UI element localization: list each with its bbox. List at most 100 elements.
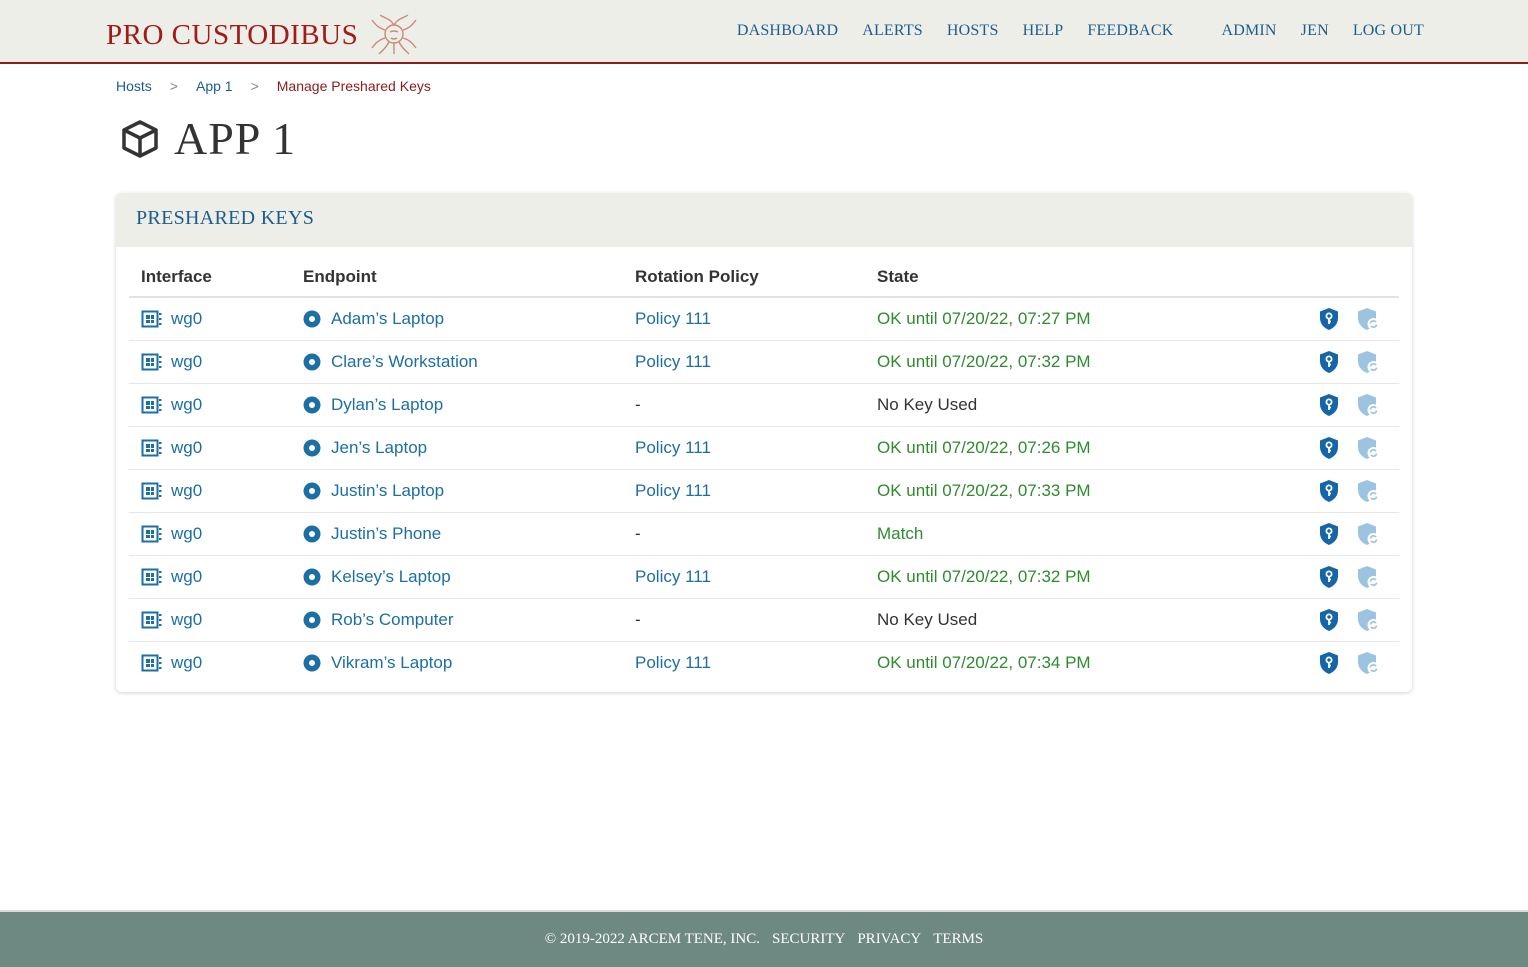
shield-key-icon[interactable] bbox=[1319, 479, 1339, 503]
actions-cell bbox=[1305, 598, 1399, 642]
rotation-policy-link[interactable]: Policy 111 bbox=[635, 567, 711, 586]
endpoint-link[interactable]: Clare’s Workstation bbox=[303, 352, 611, 372]
shield-rotate-icon[interactable] bbox=[1357, 479, 1381, 503]
actions-cell bbox=[1305, 512, 1399, 556]
column-header-endpoint[interactable]: Endpoint bbox=[291, 257, 623, 298]
actions-cell bbox=[1305, 555, 1399, 599]
rotation-policy-cell: - bbox=[623, 512, 865, 556]
column-header-rotation-policy[interactable]: Rotation Policy bbox=[623, 257, 865, 298]
nav-hosts[interactable]: HOSTS bbox=[947, 22, 999, 40]
interface-link[interactable]: wg0 bbox=[141, 610, 279, 630]
endpoint-name: Vikram’s Laptop bbox=[331, 652, 453, 672]
interface-icon bbox=[141, 525, 163, 543]
interface-link[interactable]: wg0 bbox=[141, 481, 279, 501]
endpoint-link[interactable]: Jen’s Laptop bbox=[303, 438, 611, 458]
nav-alerts[interactable]: ALERTS bbox=[862, 22, 923, 40]
endpoint-link[interactable]: Rob’s Computer bbox=[303, 610, 611, 630]
interface-name: wg0 bbox=[171, 437, 203, 457]
endpoint-link[interactable]: Kelsey’s Laptop bbox=[303, 567, 611, 587]
shield-key-icon[interactable] bbox=[1319, 651, 1339, 675]
breadcrumb-separator: > bbox=[169, 78, 178, 94]
nav-feedback[interactable]: FEEDBACK bbox=[1087, 22, 1173, 40]
endpoint-cell: Clare’s Workstation bbox=[291, 340, 623, 384]
endpoint-dot-icon bbox=[303, 482, 321, 500]
interface-link[interactable]: wg0 bbox=[141, 653, 279, 673]
endpoint-cell: Justin’s Laptop bbox=[291, 469, 623, 513]
shield-rotate-icon[interactable] bbox=[1357, 565, 1381, 589]
breadcrumb-app[interactable]: App 1 bbox=[196, 78, 233, 94]
interface-name: wg0 bbox=[171, 351, 203, 371]
shield-key-icon[interactable] bbox=[1319, 565, 1339, 589]
interface-name: wg0 bbox=[171, 652, 203, 672]
breadcrumb-separator: > bbox=[250, 78, 259, 94]
shield-rotate-icon[interactable] bbox=[1357, 651, 1381, 675]
shield-key-icon[interactable] bbox=[1319, 522, 1339, 546]
footer-terms-link[interactable]: TERMS bbox=[933, 931, 983, 948]
state-cell: OK until 07/20/22, 07:26 PM bbox=[865, 426, 1305, 470]
rotation-policy-link[interactable]: Policy 111 bbox=[635, 352, 711, 371]
rotation-policy-none: - bbox=[635, 609, 641, 629]
interface-link[interactable]: wg0 bbox=[141, 309, 279, 329]
endpoint-link[interactable]: Adam’s Laptop bbox=[303, 309, 611, 329]
shield-rotate-icon[interactable] bbox=[1357, 393, 1381, 417]
interface-link[interactable]: wg0 bbox=[141, 352, 279, 372]
shield-key-icon[interactable] bbox=[1319, 393, 1339, 417]
interface-link[interactable]: wg0 bbox=[141, 395, 279, 415]
page-title: APP 1 bbox=[174, 113, 297, 164]
shield-rotate-icon[interactable] bbox=[1357, 522, 1381, 546]
endpoint-link[interactable]: Justin’s Phone bbox=[303, 524, 611, 544]
state-cell: No Key Used bbox=[865, 383, 1305, 427]
rotation-policy-none: - bbox=[635, 394, 641, 414]
endpoint-cell: Rob’s Computer bbox=[291, 598, 623, 642]
endpoint-name: Clare’s Workstation bbox=[331, 351, 478, 371]
interface-link[interactable]: wg0 bbox=[141, 567, 279, 587]
breadcrumb-hosts[interactable]: Hosts bbox=[116, 78, 152, 94]
shield-key-icon[interactable] bbox=[1319, 307, 1339, 331]
shield-key-icon[interactable] bbox=[1319, 436, 1339, 460]
column-header-actions bbox=[1305, 257, 1399, 298]
nav-admin[interactable]: ADMIN bbox=[1221, 22, 1276, 40]
rotation-policy-cell: Policy 111 bbox=[623, 555, 865, 599]
state-cell: OK until 07/20/22, 07:27 PM bbox=[865, 297, 1305, 341]
column-header-interface[interactable]: Interface bbox=[129, 257, 291, 298]
nav-user[interactable]: JEN bbox=[1301, 22, 1329, 40]
interface-name: wg0 bbox=[171, 523, 203, 543]
shield-rotate-icon[interactable] bbox=[1357, 350, 1381, 374]
shield-rotate-icon[interactable] bbox=[1357, 436, 1381, 460]
endpoint-link[interactable]: Dylan’s Laptop bbox=[303, 395, 611, 415]
rotation-policy-link[interactable]: Policy 111 bbox=[635, 309, 711, 328]
rotation-policy-link[interactable]: Policy 111 bbox=[635, 481, 711, 500]
endpoint-name: Jen’s Laptop bbox=[331, 437, 428, 457]
nav-logout[interactable]: LOG OUT bbox=[1353, 22, 1424, 40]
interface-icon bbox=[141, 396, 163, 414]
table-row: wg0 Adam’s Laptop Policy 111 OK until 07/20… bbox=[129, 297, 1399, 341]
rotation-policy-link[interactable]: Policy 111 bbox=[635, 653, 711, 672]
interface-name: wg0 bbox=[171, 566, 203, 586]
footer-privacy-link[interactable]: PRIVACY bbox=[857, 931, 921, 948]
actions-cell bbox=[1305, 383, 1399, 427]
endpoint-link[interactable]: Justin’s Laptop bbox=[303, 481, 611, 501]
interface-name: wg0 bbox=[171, 394, 203, 414]
column-header-state[interactable]: State bbox=[865, 257, 1305, 298]
state-text: OK until 07/20/22, 07:32 PM bbox=[877, 351, 1091, 371]
shield-rotate-icon[interactable] bbox=[1357, 608, 1381, 632]
shield-key-icon[interactable] bbox=[1319, 608, 1339, 632]
interface-icon bbox=[141, 654, 163, 672]
endpoint-link[interactable]: Vikram’s Laptop bbox=[303, 653, 611, 673]
interface-link[interactable]: wg0 bbox=[141, 524, 279, 544]
nav-dashboard[interactable]: DASHBOARD bbox=[737, 22, 838, 40]
state-text: OK until 07/20/22, 07:34 PM bbox=[877, 652, 1091, 672]
interface-cell: wg0 bbox=[129, 297, 291, 341]
brand-home-link[interactable]: PRO CUSTODIBUS bbox=[106, 14, 418, 56]
endpoint-cell: Dylan’s Laptop bbox=[291, 383, 623, 427]
rotation-policy-link[interactable]: Policy 111 bbox=[635, 438, 711, 457]
state-text: No Key Used bbox=[877, 394, 978, 414]
footer-security-link[interactable]: SECURITY bbox=[772, 931, 845, 948]
page-footer: © 2019-2022 ARCEM TENE, INC. SECURITY PR… bbox=[0, 910, 1528, 967]
interface-link[interactable]: wg0 bbox=[141, 438, 279, 458]
nav-help[interactable]: HELP bbox=[1023, 22, 1064, 40]
state-text: OK until 07/20/22, 07:32 PM bbox=[877, 566, 1091, 586]
shield-key-icon[interactable] bbox=[1319, 350, 1339, 374]
table-row: wg0 Kelsey’s Laptop Policy 111 OK until 07/… bbox=[129, 555, 1399, 599]
shield-rotate-icon[interactable] bbox=[1357, 307, 1381, 331]
